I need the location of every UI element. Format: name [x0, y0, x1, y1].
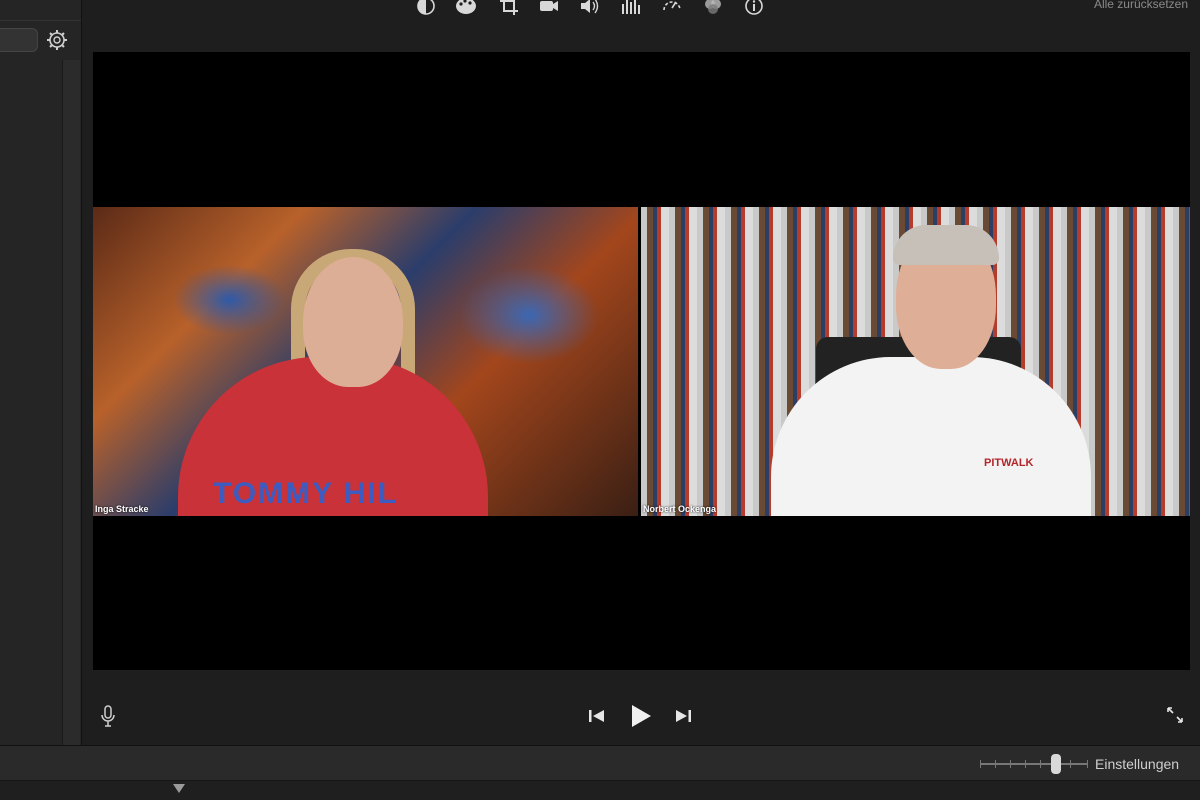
- slider-tick: [1087, 760, 1088, 768]
- equalizer-icon[interactable]: [619, 0, 643, 16]
- gear-icon[interactable]: [46, 29, 68, 51]
- skip-back-button[interactable]: [587, 706, 607, 726]
- volume-icon[interactable]: [578, 0, 602, 16]
- speed-icon[interactable]: [660, 0, 684, 16]
- color-palette-icon[interactable]: [454, 0, 478, 16]
- shirt-text: TOMMY HIL: [213, 477, 399, 510]
- timeline-area[interactable]: [0, 781, 1200, 800]
- slider-tick: [1070, 760, 1071, 768]
- crop-icon[interactable]: [497, 0, 521, 16]
- timeline-zoom-thumb[interactable]: [1050, 754, 1061, 774]
- participant-video-left: TOMMY HIL Inga Stracke: [93, 207, 638, 516]
- timeline-header: Einstellungen: [0, 745, 1200, 781]
- fullscreen-icon[interactable]: [1164, 704, 1186, 726]
- play-button[interactable]: [628, 702, 654, 730]
- settings-button[interactable]: Einstellungen: [1095, 756, 1179, 772]
- clip-filter-icon[interactable]: [701, 0, 725, 16]
- person-shirt: [771, 357, 1091, 516]
- reset-all-button[interactable]: Alle zurücksetzen: [1094, 0, 1188, 11]
- microphone-icon[interactable]: [98, 704, 118, 728]
- person-face: [303, 257, 403, 387]
- library-sidebar: [0, 0, 82, 745]
- shirt-logo: PITWALK: [984, 457, 1034, 469]
- imovie-window: Alle zurücksetzen TOMMY HIL Inga Stracke…: [0, 0, 1200, 800]
- sidebar-search-field[interactable]: [0, 28, 38, 52]
- skip-forward-button[interactable]: [673, 706, 693, 726]
- slider-tick: [1040, 760, 1041, 768]
- sidebar-divider: [0, 20, 81, 21]
- person-hair: [893, 225, 999, 265]
- participant-name-label: Norbert Ockenga: [643, 504, 717, 514]
- playhead-marker[interactable]: [173, 784, 185, 793]
- slider-tick: [1025, 760, 1026, 768]
- timeline-zoom-slider[interactable]: [980, 754, 1088, 774]
- slider-tick: [980, 760, 981, 768]
- info-icon[interactable]: [742, 0, 766, 16]
- participant-video-right: PITWALK Norbert Ockenga: [641, 207, 1190, 516]
- slider-tick: [1010, 760, 1011, 768]
- adjustments-toolbar: Alle zurücksetzen: [82, 0, 1200, 28]
- color-balance-icon[interactable]: [414, 0, 438, 16]
- sidebar-scrollbar[interactable]: [62, 60, 80, 745]
- slider-tick: [995, 760, 996, 768]
- participant-name-label: Inga Stracke: [95, 504, 149, 514]
- playback-controls: [82, 690, 1200, 742]
- stabilization-camera-icon[interactable]: [537, 0, 561, 16]
